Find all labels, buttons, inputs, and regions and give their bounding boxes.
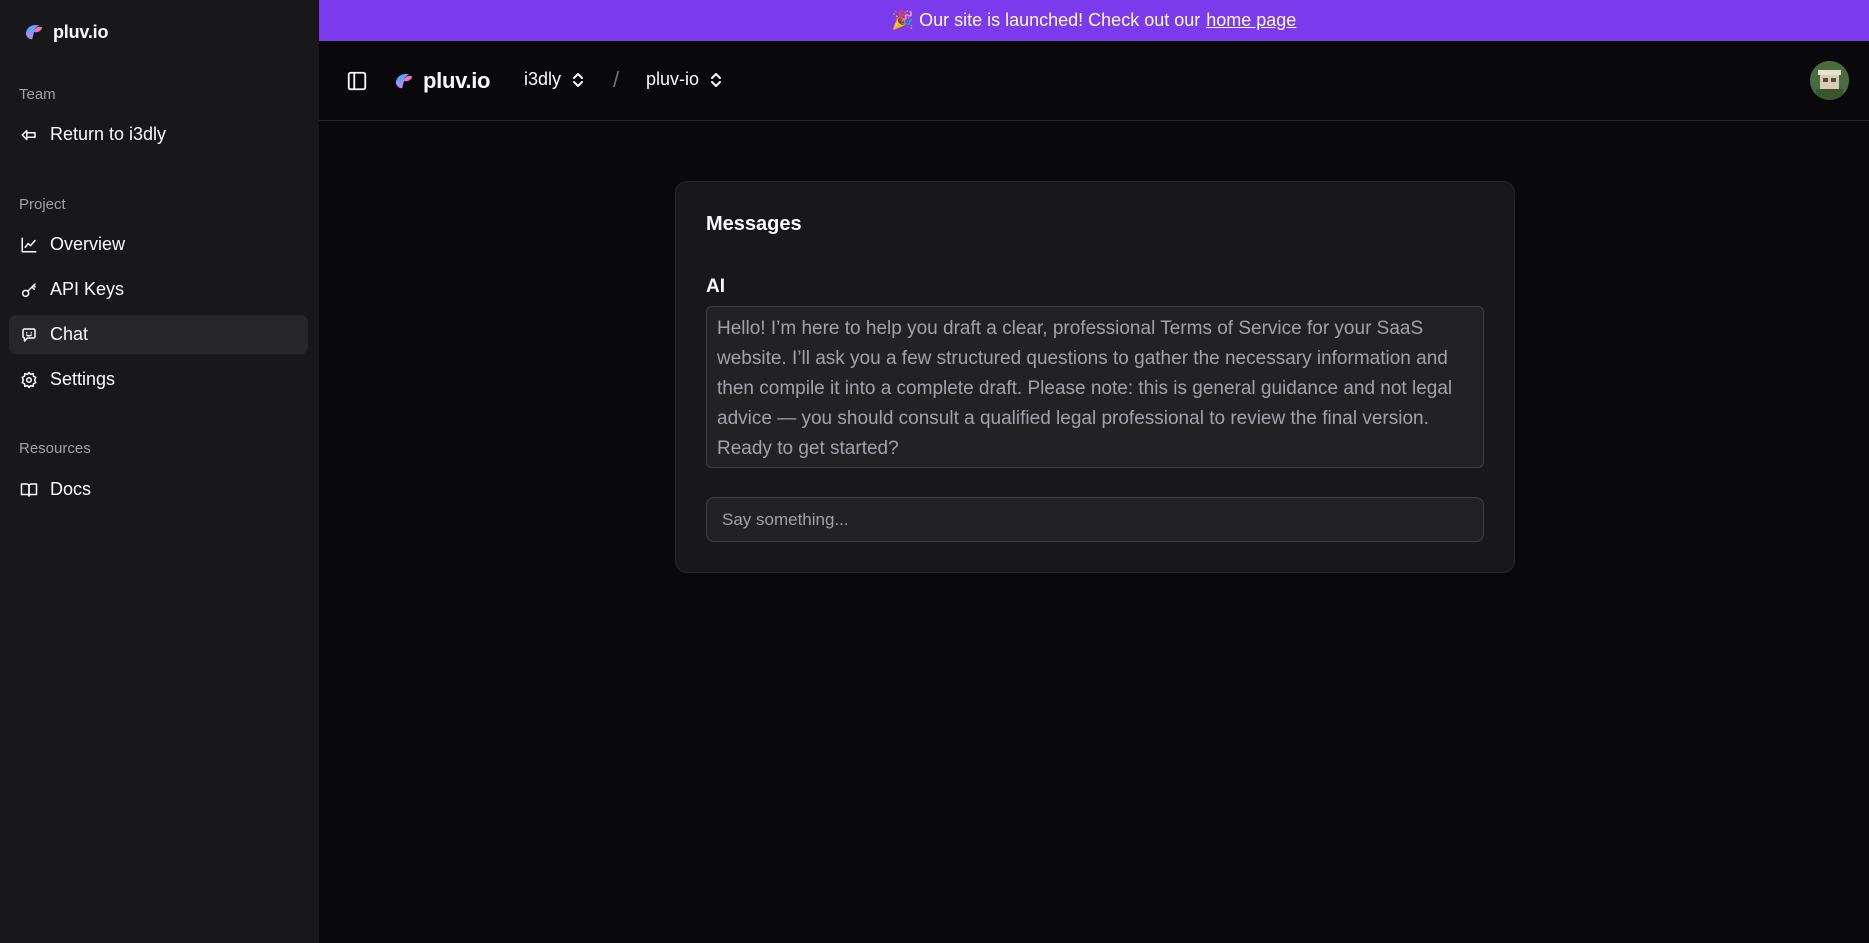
logo-icon	[395, 74, 413, 89]
sidebar-item-label: Settings	[50, 369, 116, 389]
return-icon	[21, 129, 36, 140]
team-switcher-label: i3dly	[524, 69, 562, 89]
breadcrumb-separator: /	[613, 67, 620, 92]
avatar[interactable]	[1810, 61, 1849, 100]
sidebar-item-label: Overview	[50, 234, 126, 254]
team-switcher[interactable]: i3dly	[524, 69, 585, 90]
sidebar-item-settings[interactable]: Settings	[9, 360, 308, 399]
avatar-image	[1810, 61, 1849, 100]
gear-icon	[21, 371, 37, 388]
sidebar: pluv.io Team Return to i3dly Project Ove…	[0, 0, 319, 943]
section-title-project: Project	[19, 196, 66, 213]
sidebar-item-overview[interactable]: Overview	[9, 225, 308, 264]
sidebar-item-chat[interactable]: Chat	[9, 315, 308, 354]
top-header: pluv.io i3dly / pluv-io	[319, 41, 1869, 121]
sidebar-item-label: API Keys	[50, 279, 125, 299]
project-switcher[interactable]: pluv-io	[646, 69, 723, 90]
chevrons-up-down-icon	[573, 72, 584, 87]
chat-input[interactable]	[706, 497, 1484, 542]
chevrons-up-down-icon	[711, 72, 722, 87]
chat-icon	[22, 327, 36, 342]
sidebar-item-return[interactable]: Return to i3dly	[9, 115, 308, 154]
chart-line-icon	[21, 237, 37, 252]
message-bubble: Hello! I’m here to help you draft a clea…	[706, 306, 1484, 468]
sidebar-item-api-keys[interactable]: API Keys	[9, 270, 308, 309]
messages-card: Messages AI Hello! I’m here to help you …	[675, 181, 1515, 573]
home-page-link[interactable]: home page	[1206, 10, 1296, 31]
logo-icon	[25, 25, 43, 40]
brand-name: pluv.io	[53, 21, 109, 42]
sidebar-brand[interactable]: pluv.io	[23, 20, 108, 44]
sidebar-item-label: Return to i3dly	[50, 124, 167, 144]
sidebar-item-docs[interactable]: Docs	[9, 470, 308, 509]
section-title-team: Team	[19, 86, 56, 103]
sidebar-toggle-icon[interactable]	[346, 70, 368, 92]
sidebar-item-label: Chat	[50, 324, 89, 344]
sidebar-item-label: Docs	[50, 479, 92, 499]
section-title-resources: Resources	[19, 440, 91, 457]
banner-text: 🎉 Our site is launched! Check out our	[891, 10, 1201, 30]
message-sender: AI	[706, 276, 725, 297]
header-brand[interactable]: pluv.io	[393, 68, 490, 94]
launch-banner: 🎉 Our site is launched! Check out our ho…	[319, 0, 1869, 41]
brand-name: pluv.io	[423, 68, 491, 93]
card-title: Messages	[706, 213, 802, 235]
book-icon	[20, 482, 38, 497]
project-switcher-label: pluv-io	[646, 69, 700, 89]
key-icon	[21, 282, 36, 297]
